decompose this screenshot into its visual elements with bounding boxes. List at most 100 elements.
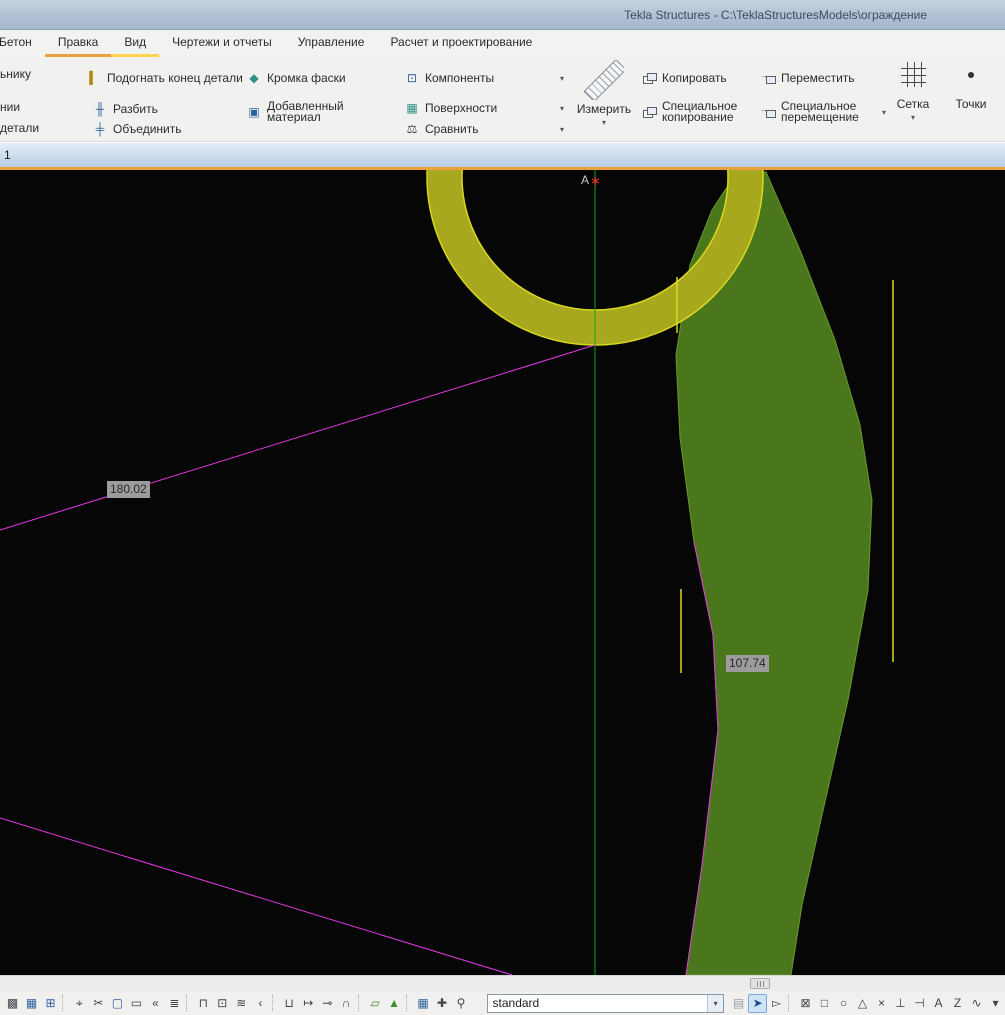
- chamfer-icon: ◆: [246, 70, 262, 86]
- added-material-button[interactable]: ▣ Добавленный материал: [246, 99, 344, 125]
- chevron-down-icon[interactable]: ▾: [560, 104, 564, 113]
- scrollbar-thumb[interactable]: [750, 978, 770, 989]
- grid-button[interactable]: Сетка ▾: [888, 62, 938, 122]
- tab-upravlenie[interactable]: Управление: [285, 30, 378, 57]
- combo-value: standard: [488, 996, 708, 1010]
- snap-reference-icon[interactable]: ⊓: [194, 994, 213, 1013]
- component-select-icon[interactable]: ▦: [414, 994, 433, 1013]
- filter-rebar-icon[interactable]: ⊥: [891, 994, 910, 1013]
- fit-part-end-button[interactable]: ▍ Подогнать конец детали: [86, 68, 243, 88]
- toolbar-group-tools: ⌖✂▢▭«≣: [70, 994, 184, 1013]
- surfaces-button[interactable]: ▦ Поверхности ▾: [404, 98, 564, 118]
- chevron-down-icon[interactable]: ▾: [560, 125, 564, 134]
- combine-icon: ╪: [92, 121, 108, 137]
- snap-toolbar: ▩▦⊞ ⌖✂▢▭«≣ ⊓⊡≋‹ ⊔↦⊸∩ ▱▲ ▦✚⚲ standard ▾ ▤…: [0, 991, 1005, 1015]
- dimension-label-2: 107.74: [726, 655, 769, 672]
- special-copy-icon: [641, 104, 657, 120]
- snap-arc-icon[interactable]: ∩: [337, 994, 356, 1013]
- chevron-down-icon[interactable]: ▾: [882, 108, 886, 117]
- select-object-cursor-icon[interactable]: ▻: [767, 994, 786, 1013]
- horizontal-scrollbar[interactable]: [0, 975, 1005, 991]
- split-button[interactable]: ╫ Разбить: [92, 99, 158, 119]
- phase-view-icon[interactable]: ▤: [729, 994, 748, 1013]
- ribbon: ьнику нии детали ▍ Подогнать конец детал…: [0, 57, 1005, 142]
- view-number: 1: [4, 148, 11, 162]
- zoom-tool-icon[interactable]: ⚲: [452, 994, 471, 1013]
- snap-extension-icon[interactable]: ↦: [299, 994, 318, 1013]
- tab-chertezhi[interactable]: Чертежи и отчеты: [159, 30, 285, 57]
- filter-cut-icon[interactable]: ×: [872, 994, 891, 1013]
- filter-bolt-icon[interactable]: ○: [834, 994, 853, 1013]
- copy-icon: [641, 70, 657, 86]
- more-filters-icon[interactable]: ▾: [986, 994, 1005, 1013]
- snap-nearest-icon[interactable]: ≋: [232, 994, 251, 1013]
- cut-button-label-3[interactable]: детали: [0, 121, 36, 135]
- app-window: { "colors": { "accent": "#eda03e", "hl":…: [0, 0, 1005, 1015]
- fit-work-area-icon[interactable]: «: [146, 994, 165, 1013]
- tab-label: Бетон: [0, 35, 32, 49]
- split-icon: ╫: [92, 101, 108, 117]
- ruler-icon: [584, 60, 624, 100]
- filter-curve-icon[interactable]: ∿: [967, 994, 986, 1013]
- tab-vid[interactable]: Вид: [111, 30, 159, 57]
- copy-button[interactable]: Копировать: [641, 68, 727, 88]
- tab-label: Вид: [124, 35, 146, 49]
- filter-surface-icon[interactable]: ⊣: [910, 994, 929, 1013]
- snap-settings-icon[interactable]: ▩: [3, 994, 22, 1013]
- tab-pravka[interactable]: Правка: [45, 30, 112, 57]
- snap-line-icon[interactable]: ⊸: [318, 994, 337, 1013]
- filter-weld-icon[interactable]: △: [853, 994, 872, 1013]
- button-label: Поверхности: [425, 101, 497, 115]
- chamfer-button[interactable]: ◆ Кромка фаски: [246, 68, 346, 88]
- drag-drop-icon[interactable]: ✚: [433, 994, 452, 1013]
- snap-angle-icon[interactable]: ‹: [251, 994, 270, 1013]
- button-label: Объединить: [113, 122, 182, 136]
- cut-button-label-2[interactable]: нии: [0, 100, 36, 114]
- button-label: Сравнить: [425, 122, 478, 136]
- components-button[interactable]: ⊡ Компоненты ▾: [404, 68, 564, 88]
- filter-point-icon[interactable]: ⊠: [796, 994, 815, 1013]
- points-button[interactable]: Точки: [946, 62, 996, 111]
- tab-raschet[interactable]: Расчет и проектирование: [377, 30, 545, 57]
- work-area-icon[interactable]: ▭: [127, 994, 146, 1013]
- chevron-down-icon[interactable]: ▾: [707, 995, 723, 1012]
- special-move-button[interactable]: Специальное перемещение ▾: [760, 99, 886, 125]
- toolbar-group-snap-b: ⊔↦⊸∩: [280, 994, 356, 1013]
- chevron-down-icon[interactable]: ▾: [602, 118, 606, 127]
- cut-tool-icon[interactable]: ✂: [89, 994, 108, 1013]
- button-label: перемещение: [781, 112, 859, 123]
- construction-line-1[interactable]: [0, 345, 595, 530]
- filter-text-icon[interactable]: A: [929, 994, 948, 1013]
- title-bar[interactable]: Tekla Structures - C:\TeklaStructuresMod…: [0, 0, 1005, 30]
- clip-plane-icon[interactable]: ▢: [108, 994, 127, 1013]
- toolbar-group-cursor: ▤➤▻: [729, 994, 786, 1013]
- point-grid-icon[interactable]: ⊞: [41, 994, 60, 1013]
- cut-button-label-1[interactable]: ьнику: [0, 67, 36, 81]
- view-grid-icon[interactable]: ▦: [22, 994, 41, 1013]
- depth-direction-icon[interactable]: ▲: [385, 994, 404, 1013]
- measure-list-icon[interactable]: ≣: [165, 994, 184, 1013]
- tab-beton[interactable]: Бетон: [0, 30, 45, 57]
- chevron-down-icon[interactable]: ▾: [560, 74, 564, 83]
- measure-button[interactable]: Измерить ▾: [578, 60, 630, 127]
- tab-label: Чертежи и отчеты: [172, 35, 272, 49]
- move-button[interactable]: Переместить: [760, 68, 855, 88]
- selection-filter-combo[interactable]: standard ▾: [487, 994, 725, 1013]
- filter-part-icon[interactable]: □: [815, 994, 834, 1013]
- special-copy-button[interactable]: Специальное копирование ▾: [641, 99, 773, 125]
- compare-button[interactable]: ⚖ Сравнить ▾: [404, 119, 564, 139]
- chevron-down-icon[interactable]: ▾: [911, 113, 915, 122]
- button-label: Переместить: [781, 71, 855, 85]
- view-plane-icon[interactable]: ▱: [366, 994, 385, 1013]
- model-canvas[interactable]: [0, 170, 1005, 975]
- select-all-cursor-icon[interactable]: ➤: [748, 994, 767, 1013]
- snap-origin-icon[interactable]: ⊔: [280, 994, 299, 1013]
- snap-geometry-icon[interactable]: ⊡: [213, 994, 232, 1013]
- construction-line-2[interactable]: [0, 818, 512, 975]
- filter-zlevel-icon[interactable]: Z: [948, 994, 967, 1013]
- smart-select-icon[interactable]: ⌖: [70, 994, 89, 1013]
- model-viewport[interactable]: A ∗ 180.02 107.74: [0, 170, 1005, 975]
- view-title-bar[interactable]: 1: [0, 142, 1005, 170]
- combine-button[interactable]: ╪ Объединить: [92, 119, 182, 139]
- button-label: копирование: [662, 112, 737, 123]
